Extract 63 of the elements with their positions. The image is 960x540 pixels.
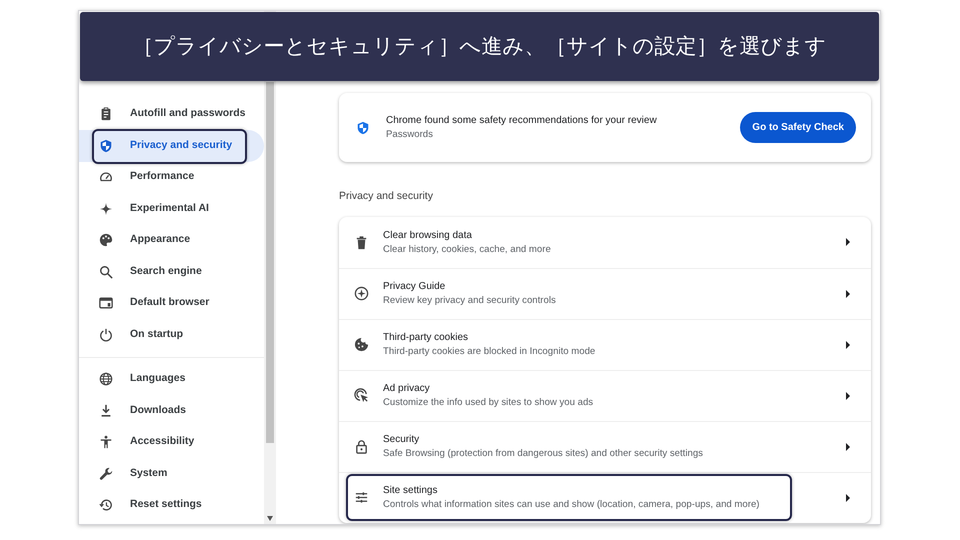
palette-icon — [99, 233, 113, 248]
shield-icon — [356, 120, 370, 134]
history-icon — [99, 498, 113, 512]
sidebar-item[interactable]: Privacy and security — [79, 130, 264, 162]
chevron-right-icon — [845, 392, 851, 400]
clipboard-icon — [99, 107, 113, 122]
row-description: Customize the info used by sites to show you ads — [383, 396, 594, 410]
row-description: Safe Browsing (protection from dangerous sites) and other security settings — [383, 447, 703, 462]
sidebar-item[interactable]: Languages — [79, 364, 264, 395]
scrollbar-thumb[interactable] — [266, 82, 274, 443]
row-title: Third-party cookies — [383, 331, 470, 346]
search-icon — [99, 264, 113, 279]
sidebar-item[interactable]: Performance — [79, 162, 264, 193]
chevron-right-icon — [845, 290, 851, 298]
safety-detail: Passwords — [386, 128, 434, 142]
sidebar-item[interactable]: Accessibility — [79, 426, 264, 458]
settings-row[interactable]: Site settings Controls what information sites can use and show (location, camera, pop-ups, and more) — [339, 472, 871, 523]
settings-row[interactable]: Clear browsing data Clear history, cookies, cache, and more — [339, 216, 871, 268]
sliders-icon — [354, 490, 369, 506]
settings-row[interactable]: Privacy Guide Review key privacy and security controls — [339, 268, 871, 319]
settings-row[interactable]: Ad privacy Customize the info used by sites to show you ads — [339, 370, 871, 421]
cookie-icon — [354, 337, 369, 352]
sidebar-item[interactable]: Default browser — [79, 288, 264, 319]
download-icon — [99, 404, 113, 418]
wrench-icon — [99, 466, 113, 481]
row-title: Clear browsing data — [383, 228, 473, 243]
power-icon — [99, 328, 113, 342]
target-cursor-icon — [354, 388, 369, 404]
compass-icon — [354, 286, 369, 302]
lock-icon — [354, 439, 369, 454]
row-title: Privacy Guide — [383, 280, 446, 294]
safety-check-button[interactable]: Go to Safety Check — [740, 112, 856, 143]
scroll-down-arrow-icon[interactable] — [267, 516, 273, 521]
sidebar-item[interactable]: Reset settings — [79, 490, 264, 521]
sparkle-icon — [99, 202, 113, 216]
sidebar-item[interactable]: Downloads — [79, 395, 264, 426]
instruction-banner: ［プライバシーとセキュリティ］へ進み、［サイトの設定］を選びます — [80, 12, 879, 81]
accessibility-icon — [99, 435, 113, 450]
sidebar-item[interactable]: Search engine — [79, 256, 264, 288]
safety-message: Chrome found some safety recommendations for your review — [386, 114, 657, 128]
sidebar-item[interactable]: Appearance — [79, 224, 264, 256]
globe-icon — [99, 372, 113, 386]
chevron-right-icon — [845, 340, 851, 349]
row-description: Controls what information sites can use and show (location, camera, pop-ups, and more) — [383, 498, 760, 512]
chevron-right-icon — [845, 238, 851, 246]
sidebar-item[interactable]: Autofill and passwords — [79, 98, 264, 130]
settings-row[interactable]: Third-party cookies Third-party cookies are blocked in Incognito mode — [339, 318, 871, 370]
sidebar-item[interactable]: On startup — [79, 319, 264, 350]
row-title: Security — [383, 433, 420, 448]
row-description: Third-party cookies are blocked in Incognito mode — [383, 345, 596, 360]
shield-icon — [99, 138, 113, 153]
sidebar-item[interactable]: System — [79, 458, 264, 490]
sidebar-item[interactable]: Experimental AI — [79, 193, 264, 224]
browser-window-icon — [99, 296, 113, 310]
chevron-right-icon — [845, 494, 851, 502]
row-description: Review key privacy and security controls — [383, 294, 556, 308]
row-title: Site settings — [383, 484, 438, 498]
trash-icon — [354, 234, 369, 250]
chevron-right-icon — [845, 442, 851, 451]
section-heading: Privacy and security — [339, 189, 434, 204]
row-description: Clear history, cookies, cache, and more — [383, 242, 551, 257]
settings-row[interactable]: Security Safe Browsing (protection from dangerous sites) and other security settings — [339, 420, 871, 472]
row-title: Ad privacy — [383, 382, 431, 396]
